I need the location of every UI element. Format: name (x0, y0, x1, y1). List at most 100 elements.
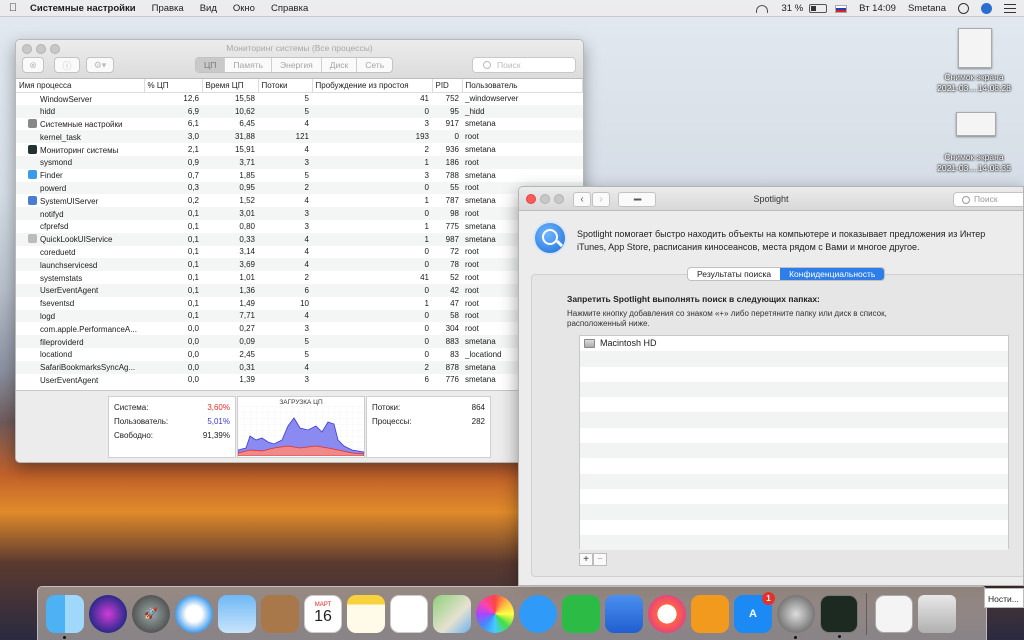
battery-percent[interactable]: 31 % (776, 3, 810, 14)
list-item[interactable] (580, 397, 1008, 412)
table-row[interactable]: kernel_task 3,0 31,88 121 193 0 root (16, 130, 583, 144)
tab-disk[interactable]: Диск (322, 58, 358, 72)
list-item[interactable] (580, 504, 1008, 520)
table-row[interactable]: Системные настройки 6,1 6,45 4 3 917 smetana (16, 118, 583, 131)
activity-monitor-icon[interactable] (820, 594, 858, 638)
menu-app[interactable]: Системные настройки (26, 3, 144, 14)
table-row[interactable]: notifyd 0,1 3,01 3 0 98 root (16, 207, 583, 220)
trash-icon[interactable] (918, 594, 956, 633)
list-item[interactable] (580, 458, 1008, 473)
table-row[interactable]: fseventsd 0,1 1,49 10 1 47 root (16, 297, 583, 310)
reminders-icon[interactable] (390, 594, 428, 633)
table-row[interactable]: Мониторинг системы 2,1 15,91 4 2 936 smetana (16, 143, 583, 156)
tab-search-results[interactable]: Результаты поиска (688, 268, 780, 280)
user-name[interactable]: Smetana (902, 3, 952, 14)
list-item[interactable]: Macintosh HD (580, 336, 1008, 351)
facetime-icon[interactable] (562, 594, 600, 633)
remove-button[interactable]: − (593, 553, 607, 566)
wifi-icon[interactable] (755, 4, 768, 13)
col-name[interactable]: Имя процесса (16, 79, 145, 93)
table-row[interactable]: QuickLookUIService 0,1 0,33 4 1 987 smetana (16, 232, 583, 246)
table-row[interactable]: SafariBookmarksSyncAg... 0,0 0,31 4 2 878 smet… (16, 360, 583, 374)
search-input[interactable]: Поиск (953, 192, 1023, 207)
siri-icon[interactable] (89, 594, 127, 633)
tab-privacy[interactable]: Конфиденциальность (780, 268, 885, 280)
table-row[interactable]: Finder 0,7 1,85 5 3 788 smetana (16, 169, 583, 182)
books-icon[interactable] (691, 594, 729, 633)
battery-icon[interactable] (809, 4, 828, 13)
table-row[interactable]: systemstats 0,1 1,01 2 41 52 root (16, 271, 583, 284)
safari-icon[interactable] (175, 594, 213, 633)
clock[interactable]: Вт 14:09 (853, 3, 902, 14)
table-row[interactable]: UserEventAgent 0,0 1,39 3 6 776 smetana (16, 374, 583, 387)
menu-view[interactable]: Вид (192, 3, 225, 14)
downloads-stack-icon[interactable] (875, 594, 913, 633)
col-user[interactable]: Пользователь (462, 79, 583, 93)
system-preferences-icon[interactable] (777, 594, 815, 639)
action-menu-button[interactable]: ⚙▾ (86, 57, 114, 73)
col-cpu[interactable]: % ЦП (144, 79, 203, 93)
table-row[interactable]: logd 0,1 7,71 4 0 58 root (16, 309, 583, 323)
list-item[interactable] (580, 367, 1008, 382)
col-wakeups[interactable]: Пробуждение из простоя (312, 79, 433, 93)
menu-window[interactable]: Окно (225, 3, 263, 14)
photos-icon[interactable] (476, 594, 514, 633)
apple-icon[interactable]:  (0, 2, 26, 14)
table-row[interactable]: hidd 6,9 10,62 5 0 95 _hidd (16, 104, 583, 118)
desktop-screenshot-1[interactable] (958, 28, 992, 68)
desktop-screenshot-2[interactable] (956, 112, 996, 136)
col-threads[interactable]: Потоки (258, 79, 313, 93)
table-row[interactable]: fileproviderd 0,0 0,09 5 0 883 smetana (16, 335, 583, 348)
calendar-icon[interactable]: МАРТ 16 (304, 594, 342, 633)
table-row[interactable]: WindowServer 12,6 15,58 5 41 752 _windowserver (16, 92, 583, 105)
list-item[interactable] (580, 520, 1008, 535)
notes-icon[interactable] (347, 594, 385, 633)
finder-icon[interactable] (46, 594, 84, 639)
table-row[interactable]: coreduetd 0,1 3,14 4 0 72 root (16, 246, 583, 259)
music-icon[interactable] (648, 594, 686, 633)
cell-wakeups-text: 1 (424, 196, 429, 206)
info-button[interactable]: ⓘ (54, 57, 80, 73)
keynote-icon[interactable] (605, 594, 643, 633)
excluded-folders-list[interactable]: Macintosh HD (579, 335, 1009, 551)
maps-icon[interactable] (433, 594, 471, 633)
mail-icon[interactable] (218, 594, 256, 633)
tab-cpu[interactable]: ЦП (196, 58, 226, 72)
launchpad-icon[interactable]: 🚀 (132, 594, 170, 633)
menu-edit[interactable]: Правка (144, 3, 192, 14)
list-item[interactable] (580, 534, 1008, 551)
notification-center-icon[interactable] (1004, 4, 1016, 13)
col-cpu-time[interactable]: Время ЦП (202, 79, 259, 93)
tab-network[interactable]: Сеть (357, 58, 392, 72)
search-spotlight-icon[interactable] (958, 3, 969, 14)
search-input[interactable]: Поиск (472, 57, 576, 73)
table-row[interactable]: launchservicesd 0,1 3,69 4 0 78 root (16, 258, 583, 272)
stop-process-button[interactable]: ⊗ (22, 57, 44, 73)
list-item[interactable] (580, 351, 1008, 367)
table-row[interactable]: UserEventAgent 0,1 1,36 6 0 42 root (16, 283, 583, 297)
siri-icon[interactable] (981, 3, 992, 14)
table-row[interactable]: locationd 0,0 2,45 5 0 83 _locationd (16, 348, 583, 361)
list-item[interactable] (580, 443, 1008, 459)
add-button[interactable]: + (579, 553, 593, 566)
table-row[interactable]: SystemUIServer 0,2 1,52 4 1 787 smetana (16, 194, 583, 207)
tab-energy[interactable]: Энергия (272, 58, 322, 72)
table-row[interactable]: com.apple.PerformanceA... 0,0 0,27 3 0 304 roo… (16, 322, 583, 335)
list-item[interactable] (580, 473, 1008, 489)
table-row[interactable]: sysmond 0,9 3,71 3 1 186 root (16, 155, 583, 169)
menu-help[interactable]: Справка (263, 3, 316, 14)
table-row[interactable]: powerd 0,3 0,95 2 0 55 root (16, 181, 583, 195)
list-item[interactable] (580, 412, 1008, 428)
list-item[interactable] (580, 428, 1008, 443)
messages-icon[interactable] (519, 594, 557, 633)
app-store-icon[interactable]: A1 (734, 591, 775, 633)
col-pid[interactable]: PID (432, 79, 463, 93)
input-source-flag-icon[interactable] (835, 4, 848, 13)
monitor-icon (28, 144, 37, 154)
list-item[interactable] (580, 381, 1008, 398)
cell-name: notifyd (16, 207, 144, 220)
table-row[interactable]: cfprefsd 0,1 0,80 3 1 775 smetana (16, 220, 583, 233)
list-item[interactable] (580, 489, 1008, 504)
tab-memory[interactable]: Память (225, 58, 273, 72)
contacts-icon[interactable] (261, 594, 299, 633)
